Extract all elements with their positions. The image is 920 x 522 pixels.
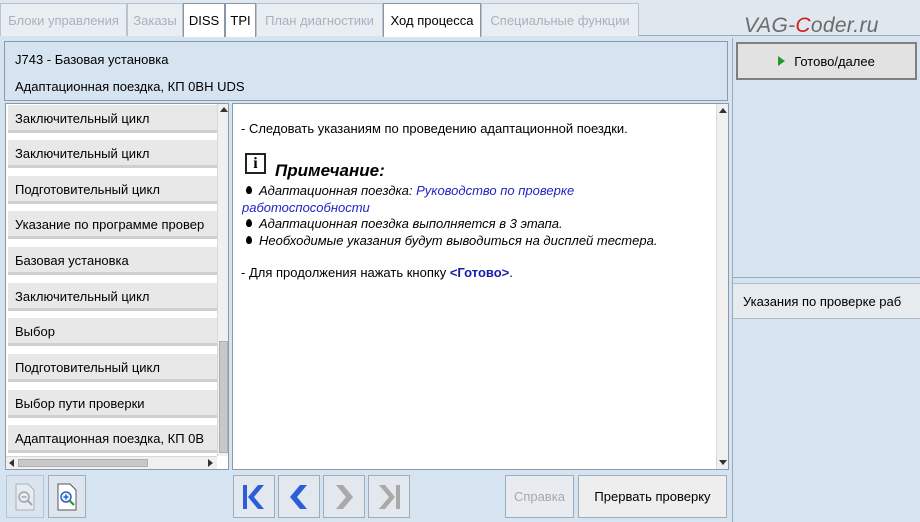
- instruction-line: - Следовать указаниям по проведению адап…: [241, 121, 628, 136]
- scroll-thumb[interactable]: [18, 459, 148, 467]
- zoom-out-button[interactable]: [6, 475, 44, 518]
- step-list: Заключительный цикл Заключительный цикл …: [5, 103, 229, 470]
- list-item[interactable]: Указание по программе провер: [8, 210, 217, 239]
- ready-next-button[interactable]: Готово/далее: [736, 42, 917, 80]
- panel-divider: [733, 277, 920, 278]
- tab-orders[interactable]: Заказы: [127, 3, 183, 36]
- continue-suffix: .: [509, 265, 513, 280]
- scroll-right-icon[interactable]: [208, 459, 213, 467]
- procedure-header: J743 - Базовая установка Адаптационная п…: [4, 41, 728, 101]
- scroll-down-icon[interactable]: [719, 460, 727, 465]
- next-icon: [336, 484, 353, 509]
- tab-process-flow[interactable]: Ход процесса: [383, 3, 481, 37]
- list-item[interactable]: Выбор: [8, 317, 217, 346]
- content-vertical-scrollbar[interactable]: [716, 104, 728, 469]
- check-manual-link[interactable]: Руководство по проверке: [416, 183, 574, 198]
- list-item[interactable]: Выбор пути проверки: [8, 389, 217, 418]
- tab-bar: Блоки управления Заказы DISS TPI План ди…: [0, 0, 920, 38]
- help-button[interactable]: Справка: [505, 475, 574, 518]
- step-list-horizontal-scrollbar[interactable]: [6, 456, 217, 469]
- note-bullet-1: Адаптационная поездка: Руководство по пр…: [259, 183, 574, 198]
- first-step-button[interactable]: [233, 475, 275, 518]
- step-list-vertical-scrollbar[interactable]: [217, 104, 228, 456]
- ready-button-reference: <Готово>: [449, 265, 510, 280]
- last-step-button[interactable]: [368, 475, 410, 518]
- zoom-in-icon: [57, 483, 77, 510]
- previous-step-button[interactable]: [278, 475, 320, 518]
- zoom-in-button[interactable]: [48, 475, 86, 518]
- page-subtitle: Адаптационная поездка, КП 0BH UDS: [15, 79, 245, 94]
- test-instructions-button[interactable]: Указания по проверке раб: [733, 283, 920, 319]
- tab-diagnostic-plan[interactable]: План диагностики: [256, 3, 383, 36]
- ready-next-label: Готово/далее: [794, 53, 875, 69]
- navigation-buttons: [233, 475, 413, 518]
- list-item[interactable]: Заключительный цикл: [8, 139, 217, 168]
- tab-control-units[interactable]: Блоки управления: [0, 3, 127, 36]
- previous-icon: [290, 484, 307, 509]
- list-item[interactable]: Базовая установка: [8, 246, 217, 275]
- zoom-out-icon: [15, 483, 35, 510]
- scroll-up-icon[interactable]: [220, 107, 228, 112]
- watermark-accent: C: [795, 14, 811, 37]
- list-item[interactable]: Подготовительный цикл: [8, 175, 217, 204]
- step-items: Заключительный цикл Заключительный цикл …: [6, 104, 217, 456]
- bullet-icon: [246, 236, 252, 244]
- bullet-icon: [246, 219, 252, 227]
- scroll-thumb[interactable]: [219, 341, 228, 453]
- list-item[interactable]: Заключительный цикл: [8, 104, 217, 133]
- continue-text: - Для продолжения нажать кнопку: [241, 265, 450, 280]
- right-panel: Готово/далее Указания по проверке раб: [732, 38, 920, 522]
- info-icon: i: [245, 153, 266, 174]
- scroll-up-icon[interactable]: [719, 108, 727, 113]
- next-step-button[interactable]: [323, 475, 365, 518]
- abort-check-button[interactable]: Прервать проверку: [578, 475, 727, 518]
- tab-tpi[interactable]: TPI: [225, 3, 256, 37]
- watermark-logo: VAG-Coder.ru: [744, 14, 879, 38]
- list-item[interactable]: Подготовительный цикл: [8, 353, 217, 382]
- skip-to-first-icon: [243, 484, 264, 509]
- list-item[interactable]: Заключительный цикл: [8, 282, 217, 311]
- note-bullet-2: Адаптационная поездка выполняется в 3 эт…: [259, 216, 563, 231]
- skip-to-last-icon: [379, 484, 400, 509]
- scroll-left-icon[interactable]: [9, 459, 14, 467]
- note-title: Примечание:: [275, 161, 385, 180]
- play-icon: [778, 56, 786, 66]
- note-bullet-3: Необходимые указания будут выводиться на…: [259, 233, 658, 248]
- note-bullet-1-text: Адаптационная поездка:: [259, 183, 417, 198]
- list-item-selected[interactable]: Адаптационная поездка, КП 0B: [8, 424, 217, 453]
- continue-instruction: - Для продолжения нажать кнопку <Готово>…: [241, 265, 513, 280]
- bullet-icon: [246, 186, 252, 194]
- tab-diss[interactable]: DISS: [183, 3, 225, 37]
- instruction-content: - Следовать указаниям по проведению адап…: [232, 103, 729, 470]
- check-manual-link-continued[interactable]: работоспособности: [242, 200, 370, 215]
- watermark-suffix: oder.ru: [810, 14, 879, 37]
- bottom-toolbar: Справка Прервать проверку: [0, 472, 732, 522]
- watermark-prefix: VAG-: [744, 14, 796, 37]
- page-title: J743 - Базовая установка: [15, 52, 169, 67]
- tab-special-functions[interactable]: Специальные функции: [481, 3, 639, 36]
